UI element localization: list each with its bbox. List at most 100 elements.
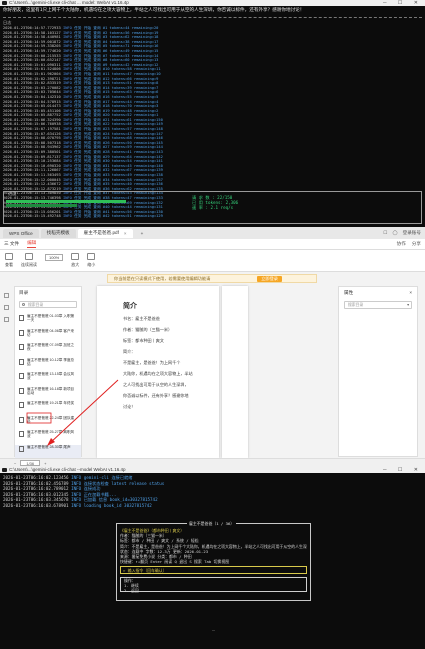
- log-message: 任务 开始 查询 #1 tokens=44 remaining=20: [74, 26, 159, 30]
- toc-item[interactable]: 雇主不是爸爸 01-03章 入职第一天: [15, 314, 81, 329]
- log-timestamp: 2026-01-23T06:15:12.000045: [3, 177, 61, 182]
- log-level: INFO: [62, 173, 72, 177]
- log-level: INFO: [62, 81, 72, 86]
- log-level: INFO: [62, 154, 72, 159]
- log-level: INFO: [62, 163, 72, 168]
- thumbnail-icon[interactable]: [3, 305, 9, 310]
- window-layout-icon[interactable]: ☐: [383, 230, 387, 236]
- pdf-page-next: [222, 286, 248, 458]
- log-timestamp: 2026-01-23T06:15:08.943962: [3, 145, 61, 150]
- menu-bar: 三 文件 编辑 协作 分享: [0, 239, 425, 250]
- zoom-out-button[interactable]: 缩小: [87, 253, 96, 268]
- log-level: INFO: [71, 497, 82, 503]
- toc-item[interactable]: 雇主不是爸爸 13-15章 会议风波: [15, 372, 81, 387]
- log-message: 任务 开始 查询 #33 tokens=49 remaining=138: [74, 173, 163, 177]
- log-level: INFO: [62, 76, 72, 81]
- avatar-icon[interactable]: ◯: [392, 230, 397, 236]
- close-tab-icon[interactable]: ×: [124, 231, 127, 236]
- close-icon[interactable]: ×: [409, 290, 412, 296]
- window-controls[interactable]: ─ ☐ ✕: [383, 0, 423, 6]
- document-icon: [19, 431, 24, 437]
- toolbar: 查看 连续阅读 100% 放大 缩小: [0, 250, 425, 272]
- bookmark-icon[interactable]: [3, 317, 9, 322]
- tab-edit[interactable]: 编辑: [27, 240, 37, 248]
- outline-icon[interactable]: [3, 293, 9, 298]
- log-level: INFO: [71, 486, 82, 492]
- continuous-read-button[interactable]: 连续阅读: [21, 253, 37, 268]
- option-back[interactable]: 2. 返回: [124, 588, 303, 594]
- toc-search-input[interactable]: 搜索目录: [19, 301, 77, 308]
- log-timestamp: 2026-01-23T06:15:10.253684: [3, 159, 61, 164]
- log-timestamp: 2026-01-23T06:15:06.324390: [3, 117, 61, 122]
- log-timestamp: 2026-01-23T06:16:02.456789: [3, 480, 69, 486]
- toc-item-label: 雇主不是爸爸 28-30章 尾声: [27, 444, 71, 449]
- document-icon: [19, 315, 24, 321]
- log-level: INFO: [71, 502, 82, 508]
- tab-templates[interactable]: 找稻壳模板: [40, 228, 76, 238]
- zoom-select[interactable]: 100%: [45, 254, 64, 268]
- dialog-text-line: 快捷键：↑↓翻页 Enter 阅读 Q 退出 S 搜索 Tab 切换视图: [120, 559, 230, 565]
- page-number-field[interactable]: 1/36: [20, 460, 41, 466]
- chat-header-line: 你好朋友，这里有1只上网千个大陆你，机遇均在之项大容物上，半站之人可找出可用于从…: [3, 8, 305, 13]
- view-icon: [5, 253, 13, 260]
- zoom-out-status-button[interactable]: −: [14, 461, 16, 466]
- toc-item[interactable]: 雇主不是爸爸 28-30章 尾声: [15, 444, 81, 459]
- toc-item[interactable]: 雇主不是爸爸 10-12章 季度总结: [15, 358, 81, 373]
- status-bar: − 1/36 +: [0, 458, 425, 467]
- log-timestamp: 2026-01-23T06:15:05.451106: [3, 108, 61, 113]
- log-timestamp: 2026-01-23T06:16:02.789012: [3, 486, 69, 492]
- search-icon: [22, 303, 25, 306]
- log-list: 2026-01-23T06:14:57.772933 INFO 任务 开始 查询…: [0, 26, 425, 219]
- log-level: INFO: [71, 491, 82, 497]
- collaborate-button[interactable]: 协作: [397, 241, 406, 247]
- panel-search-select[interactable]: 搜索目录 ▾: [344, 301, 412, 309]
- log-level: INFO: [62, 159, 72, 164]
- toc-item[interactable]: 雇主不是爸爸 22-24章 团队建设: [15, 416, 81, 431]
- progress-label: 进度: [8, 191, 17, 196]
- zoom-in-status-button[interactable]: +: [44, 461, 46, 466]
- toc-item[interactable]: 雇主不是爸爸 19-21章 年终奖: [15, 401, 81, 416]
- log-timestamp: 2026-01-23T06:15:08.507318: [3, 140, 61, 145]
- log-timestamp: 2026-01-23T06:16:03.678901: [3, 502, 69, 508]
- log-level: INFO: [62, 117, 72, 122]
- view-button[interactable]: 查看: [5, 253, 13, 268]
- log-level: INFO: [62, 26, 72, 30]
- toc-item[interactable]: 雇主不是爸爸 04-06章 客户来访: [15, 329, 81, 344]
- log-level: INFO: [62, 30, 72, 35]
- page-text-line: 大陆你，机遇均在之项大容物上，半站: [123, 371, 193, 376]
- window-controls[interactable]: ─ ☐ ✕: [383, 467, 423, 473]
- log-message: loading book_id 30327815742: [83, 502, 152, 508]
- terminal-window-top: C:\Users\...\gemini-cli.exe cli-chat ...…: [0, 0, 425, 227]
- tab-pdf-document[interactable]: 雇主不是爸爸.pdf ×: [77, 228, 133, 238]
- options-box: 操作： 1. 继续 2. 返回: [120, 577, 307, 594]
- command-input[interactable]: > 输入指令（回车确认）: [120, 566, 307, 575]
- log-message: 任务 开始 查询 #3 tokens=62 remaining=18: [74, 35, 159, 40]
- toc-item[interactable]: 雇主不是爸爸 16-18章 新项目启动: [15, 387, 81, 402]
- login-link[interactable]: 登录账号: [403, 230, 421, 236]
- log-timestamp: 2026-01-23T06:14:59.338205: [3, 44, 61, 49]
- login-now-button[interactable]: 立即登录: [257, 276, 282, 282]
- new-tab-button[interactable]: +: [135, 229, 150, 238]
- log-message: 任务 开始 查询 #11 tokens=47 remaining=10: [74, 71, 161, 76]
- toc-item[interactable]: 雇主不是爸爸 07-09章 加班之夜: [15, 343, 81, 358]
- log-level: INFO: [62, 113, 72, 118]
- share-button[interactable]: 分享: [412, 241, 421, 247]
- log-timestamp: 2026-01-23T06:15:00.215533: [3, 53, 61, 58]
- log-level: INFO: [62, 182, 72, 187]
- zoom-in-button[interactable]: 放大: [71, 253, 80, 268]
- log-timestamp: 2026-01-23T06:15:07.634126: [3, 131, 61, 136]
- page-text-line: 书名：雇主不是爸爸: [123, 316, 160, 321]
- zoom-value[interactable]: 100%: [45, 254, 64, 261]
- log-message: 任务 完成 查询 #10 tokens=58 remaining=11: [74, 67, 161, 72]
- tool-label: 连续阅读: [21, 262, 37, 267]
- log-message: 任务 完成 查询 #24 tokens=43 remaining=147: [74, 131, 163, 136]
- toc-item[interactable]: 雇主不是爸爸 25-27章 离职风波: [15, 430, 81, 445]
- toc-item-label: 雇主不是爸爸 19-21章 年终奖: [27, 401, 75, 405]
- file-menu[interactable]: 三 文件: [4, 241, 19, 247]
- log-level: INFO: [62, 53, 72, 58]
- pdf-page: 简介 书名：雇主不是爸爸 作者：猫腻的（三猫一米） 标签：都市种田丨爽文 简介： 不是…: [97, 286, 219, 458]
- log-message: 任务 开始 查询 #23 tokens=57 remaining=148: [74, 127, 163, 132]
- readonly-notice: 你当前是在只读模式下使用，若需要使用编辑功能请 立即登录: [107, 274, 317, 283]
- tool-label: 缩小: [87, 262, 96, 267]
- tab-wps-office[interactable]: WPS Office: [3, 228, 39, 238]
